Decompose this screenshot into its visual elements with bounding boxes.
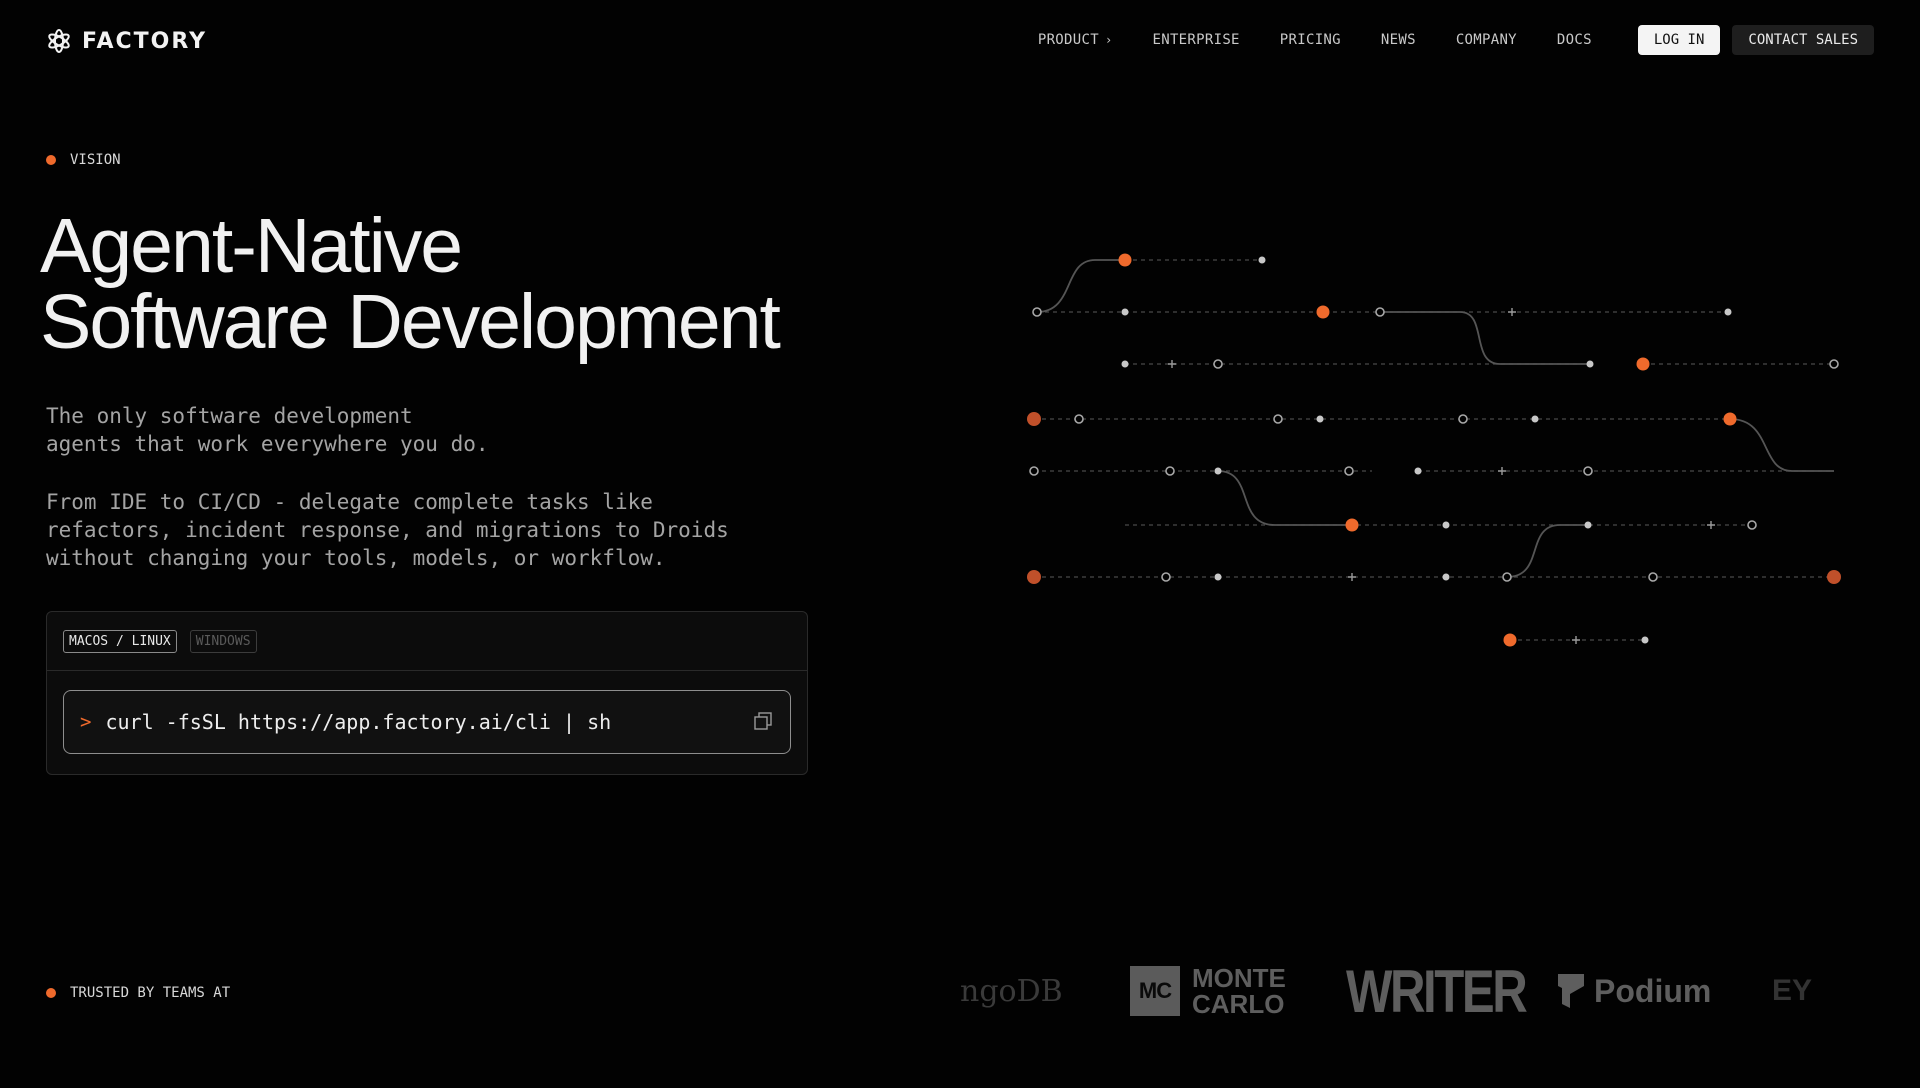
monte-carlo-mark: MC	[1130, 966, 1180, 1016]
nav-company[interactable]: COMPANY	[1456, 32, 1517, 48]
contact-sales-button[interactable]: CONTACT SALES	[1732, 25, 1874, 55]
monte-carlo-logo: MC MONTE CARLO	[1130, 950, 1286, 1032]
bullet-dot-icon	[46, 988, 56, 998]
bullet-dot-icon	[46, 155, 56, 165]
podium-logo: Podium	[1558, 950, 1711, 1032]
nav-news[interactable]: NEWS	[1381, 32, 1416, 48]
nav-docs[interactable]: DOCS	[1557, 32, 1592, 48]
ey-logo: EY	[1772, 950, 1812, 1032]
title-line-1: Agent-Native	[40, 203, 463, 289]
eyebrow-label: VISION	[70, 152, 121, 168]
customer-logos: ngoDB MC MONTE CARLO WRITER Podium EY	[960, 950, 1840, 1032]
podium-mark-icon	[1558, 974, 1584, 1008]
nav-enterprise[interactable]: ENTERPRISE	[1152, 32, 1239, 48]
ey-wordmark: EY	[1772, 974, 1813, 1007]
podium-wordmark: Podium	[1594, 972, 1712, 1009]
factory-logo-icon	[48, 29, 70, 53]
command-text: curl -fsSL https://app.factory.ai/cli | …	[105, 710, 612, 734]
hero-description: From IDE to CI/CD - delegate complete ta…	[46, 490, 729, 570]
login-button[interactable]: LOG IN	[1637, 25, 1721, 55]
trusted-by: TRUSTED BY TEAMS AT	[46, 985, 230, 1001]
nav-pricing[interactable]: PRICING	[1280, 32, 1341, 48]
tab-macos-linux[interactable]: MACOS / LINUX	[63, 629, 177, 653]
trusted-label: TRUSTED BY TEAMS AT	[70, 985, 231, 1001]
page-title: Agent-Native Software Development	[40, 208, 781, 361]
install-box: MACOS / LINUX WINDOWS > curl -fsSL https…	[46, 611, 808, 775]
chevron-right-icon: ›	[1104, 33, 1113, 47]
monte-carlo-wordmark: MONTE CARLO	[1192, 965, 1286, 1017]
writer-logo: WRITER	[1346, 957, 1528, 1025]
prompt-symbol: >	[80, 711, 92, 733]
tab-windows[interactable]: WINDOWS	[189, 629, 257, 653]
nav-product[interactable]: PRODUCT ›	[1038, 32, 1113, 48]
brand-name: FACTORY	[82, 28, 208, 54]
copy-icon[interactable]	[754, 712, 772, 730]
main-nav: PRODUCT › ENTERPRISE PRICING NEWS COMPAN…	[1038, 25, 1874, 55]
hero-subtitle: The only software development agents tha…	[46, 404, 489, 456]
monte-carlo-word-2: CARLO	[1192, 989, 1285, 1019]
eyebrow: VISION	[46, 152, 121, 168]
os-tabs: MACOS / LINUX WINDOWS	[47, 612, 807, 671]
install-command[interactable]: > curl -fsSL https://app.factory.ai/cli …	[63, 690, 791, 754]
branch-graph	[1027, 253, 1841, 647]
title-line-2: Software Development	[40, 279, 781, 365]
mongodb-logo: ngoDB	[960, 973, 1063, 1009]
nav-product-label: PRODUCT	[1037, 32, 1099, 48]
factory-logo[interactable]: FACTORY	[46, 28, 207, 54]
